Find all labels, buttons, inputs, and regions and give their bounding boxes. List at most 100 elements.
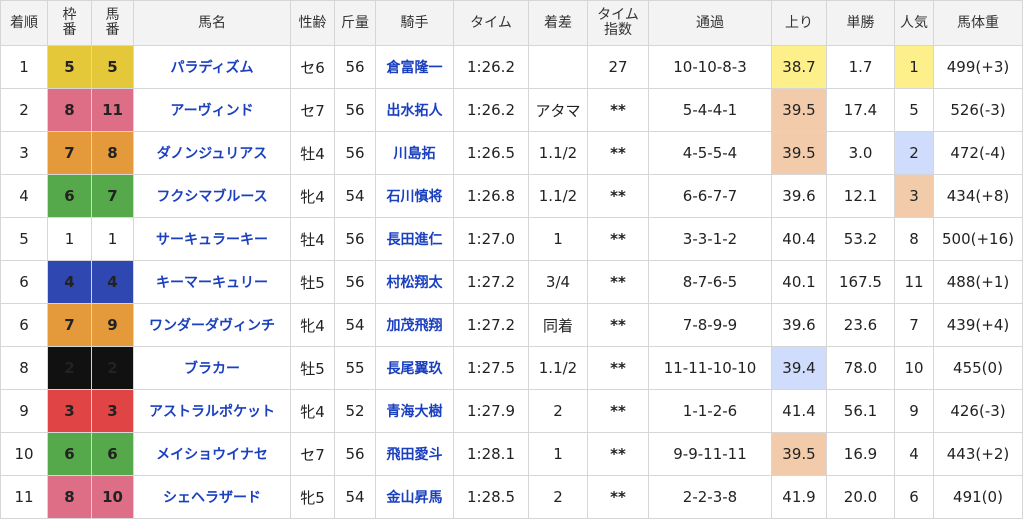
header-jockey[interactable]: 騎手 [375, 0, 454, 46]
jockey-link[interactable]: 村松翔太 [387, 275, 443, 291]
umaban-cell: 5 [91, 45, 134, 89]
time-index-cell: ** [587, 432, 649, 476]
win-odds-cell: 20.0 [826, 475, 895, 519]
jockey-link[interactable]: 青海大樹 [387, 404, 443, 420]
time-cell: 1:28.5 [453, 475, 529, 519]
weight-carried-cell: 56 [334, 131, 376, 175]
jockey-link[interactable]: 出水拓人 [387, 103, 443, 119]
horse-name-link[interactable]: フクシマブルース [156, 189, 267, 205]
jockey-link[interactable]: 川島拓 [394, 146, 436, 162]
weight-carried-cell: 56 [334, 432, 376, 476]
table-row: 1 5 5 パラディズム セ6 56 倉富隆一 1:26.2 27 10-10-… [0, 45, 1023, 89]
last-3f-cell: 38.7 [771, 45, 827, 89]
time-index-cell: ** [587, 346, 649, 390]
table-row: 6 7 9 ワンダーダヴィンチ 牝4 54 加茂飛翔 1:27.2 同着 ** … [0, 303, 1023, 347]
sex-age-cell: 牡5 [290, 260, 335, 304]
waku-cell: 6 [47, 174, 92, 218]
horse-name-link[interactable]: ブラカー [184, 361, 240, 377]
time-index-cell: ** [587, 217, 649, 261]
header-passing[interactable]: 通過 [648, 0, 772, 46]
popularity-cell: 11 [894, 260, 934, 304]
table-row: 2 8 11 アーヴィンド セ7 56 出水拓人 1:26.2 アタマ ** 5… [0, 88, 1023, 132]
header-last-3f[interactable]: 上り [771, 0, 827, 46]
horse-name-cell: キーマーキュリー [133, 260, 291, 304]
sex-age-cell: 牝4 [290, 303, 335, 347]
jockey-link[interactable]: 石川慎将 [387, 189, 443, 205]
body-weight-cell: 443(+2) [933, 432, 1023, 476]
umaban-cell: 4 [91, 260, 134, 304]
horse-name-cell: サーキュラーキー [133, 217, 291, 261]
rank-cell: 2 [0, 88, 48, 132]
waku-cell: 7 [47, 131, 92, 175]
margin-cell: 1 [528, 217, 588, 261]
margin-cell: 1.1/2 [528, 131, 588, 175]
passing-cell: 9-9-11-11 [648, 432, 772, 476]
horse-name-link[interactable]: シェヘラザード [163, 490, 261, 506]
horse-name-cell: ブラカー [133, 346, 291, 390]
header-waku[interactable]: 枠番 [47, 0, 92, 46]
header-sex-age[interactable]: 性齢 [290, 0, 335, 46]
body-weight-cell: 455(0) [933, 346, 1023, 390]
table-row: 3 7 8 ダノンジュリアス 牡4 56 川島拓 1:26.5 1.1/2 **… [0, 131, 1023, 175]
horse-name-link[interactable]: ワンダーダヴィンチ [149, 318, 275, 334]
horse-name-cell: フクシマブルース [133, 174, 291, 218]
margin-cell: 2 [528, 475, 588, 519]
time-cell: 1:26.8 [453, 174, 529, 218]
win-odds-cell: 167.5 [826, 260, 895, 304]
race-results-table: 着順 枠番 馬番 馬名 性齢 斤量 騎手 タイム 着差 タイム 指数 通過 上り … [0, 0, 1023, 519]
header-win-odds[interactable]: 単勝 [826, 0, 895, 46]
rank-cell: 11 [0, 475, 48, 519]
weight-carried-cell: 56 [334, 88, 376, 132]
rank-cell: 4 [0, 174, 48, 218]
horse-name-link[interactable]: アストラルポケット [149, 404, 275, 420]
passing-cell: 7-8-9-9 [648, 303, 772, 347]
waku-cell: 8 [47, 475, 92, 519]
header-margin[interactable]: 着差 [528, 0, 588, 46]
horse-name-link[interactable]: キーマーキュリー [156, 275, 268, 291]
body-weight-cell: 472(-4) [933, 131, 1023, 175]
body-weight-cell: 434(+8) [933, 174, 1023, 218]
header-body-weight[interactable]: 馬体重 [933, 0, 1023, 46]
time-index-cell: 27 [587, 45, 649, 89]
body-weight-cell: 488(+1) [933, 260, 1023, 304]
waku-cell: 8 [47, 88, 92, 132]
sex-age-cell: 牡4 [290, 217, 335, 261]
header-time[interactable]: タイム [453, 0, 529, 46]
last-3f-cell: 39.5 [771, 88, 827, 132]
header-weight-carried[interactable]: 斤量 [334, 0, 376, 46]
header-time-index[interactable]: タイム 指数 [587, 0, 649, 46]
table-row: 11 8 10 シェヘラザード 牝5 54 金山昇馬 1:28.5 2 ** 2… [0, 475, 1023, 519]
header-umaban[interactable]: 馬番 [91, 0, 134, 46]
jockey-link[interactable]: 金山昇馬 [387, 490, 443, 506]
time-cell: 1:26.2 [453, 88, 529, 132]
header-rank[interactable]: 着順 [0, 0, 48, 46]
margin-cell: 同着 [528, 303, 588, 347]
umaban-cell: 3 [91, 389, 134, 433]
time-cell: 1:27.5 [453, 346, 529, 390]
horse-name-link[interactable]: ダノンジュリアス [157, 146, 268, 162]
jockey-link[interactable]: 倉富隆一 [387, 60, 443, 76]
win-odds-cell: 3.0 [826, 131, 895, 175]
jockey-cell: 飛田愛斗 [375, 432, 454, 476]
jockey-cell: 出水拓人 [375, 88, 454, 132]
horse-name-cell: ダノンジュリアス [133, 131, 291, 175]
umaban-cell: 8 [91, 131, 134, 175]
win-odds-cell: 78.0 [826, 346, 895, 390]
horse-name-link[interactable]: メイショウイナセ [156, 447, 268, 463]
header-horse-name[interactable]: 馬名 [133, 0, 291, 46]
rank-cell: 5 [0, 217, 48, 261]
horse-name-link[interactable]: パラディズム [170, 60, 253, 76]
header-popularity[interactable]: 人気 [894, 0, 934, 46]
time-cell: 1:27.0 [453, 217, 529, 261]
horse-name-link[interactable]: アーヴィンド [170, 103, 253, 119]
popularity-cell: 9 [894, 389, 934, 433]
jockey-link[interactable]: 長尾翼玖 [387, 361, 443, 377]
umaban-cell: 1 [91, 217, 134, 261]
jockey-link[interactable]: 飛田愛斗 [387, 447, 443, 463]
horse-name-link[interactable]: サーキュラーキー [156, 232, 268, 248]
jockey-cell: 金山昇馬 [375, 475, 454, 519]
jockey-cell: 川島拓 [375, 131, 454, 175]
jockey-link[interactable]: 長田進仁 [387, 232, 443, 248]
jockey-link[interactable]: 加茂飛翔 [387, 318, 443, 334]
popularity-cell: 6 [894, 475, 934, 519]
